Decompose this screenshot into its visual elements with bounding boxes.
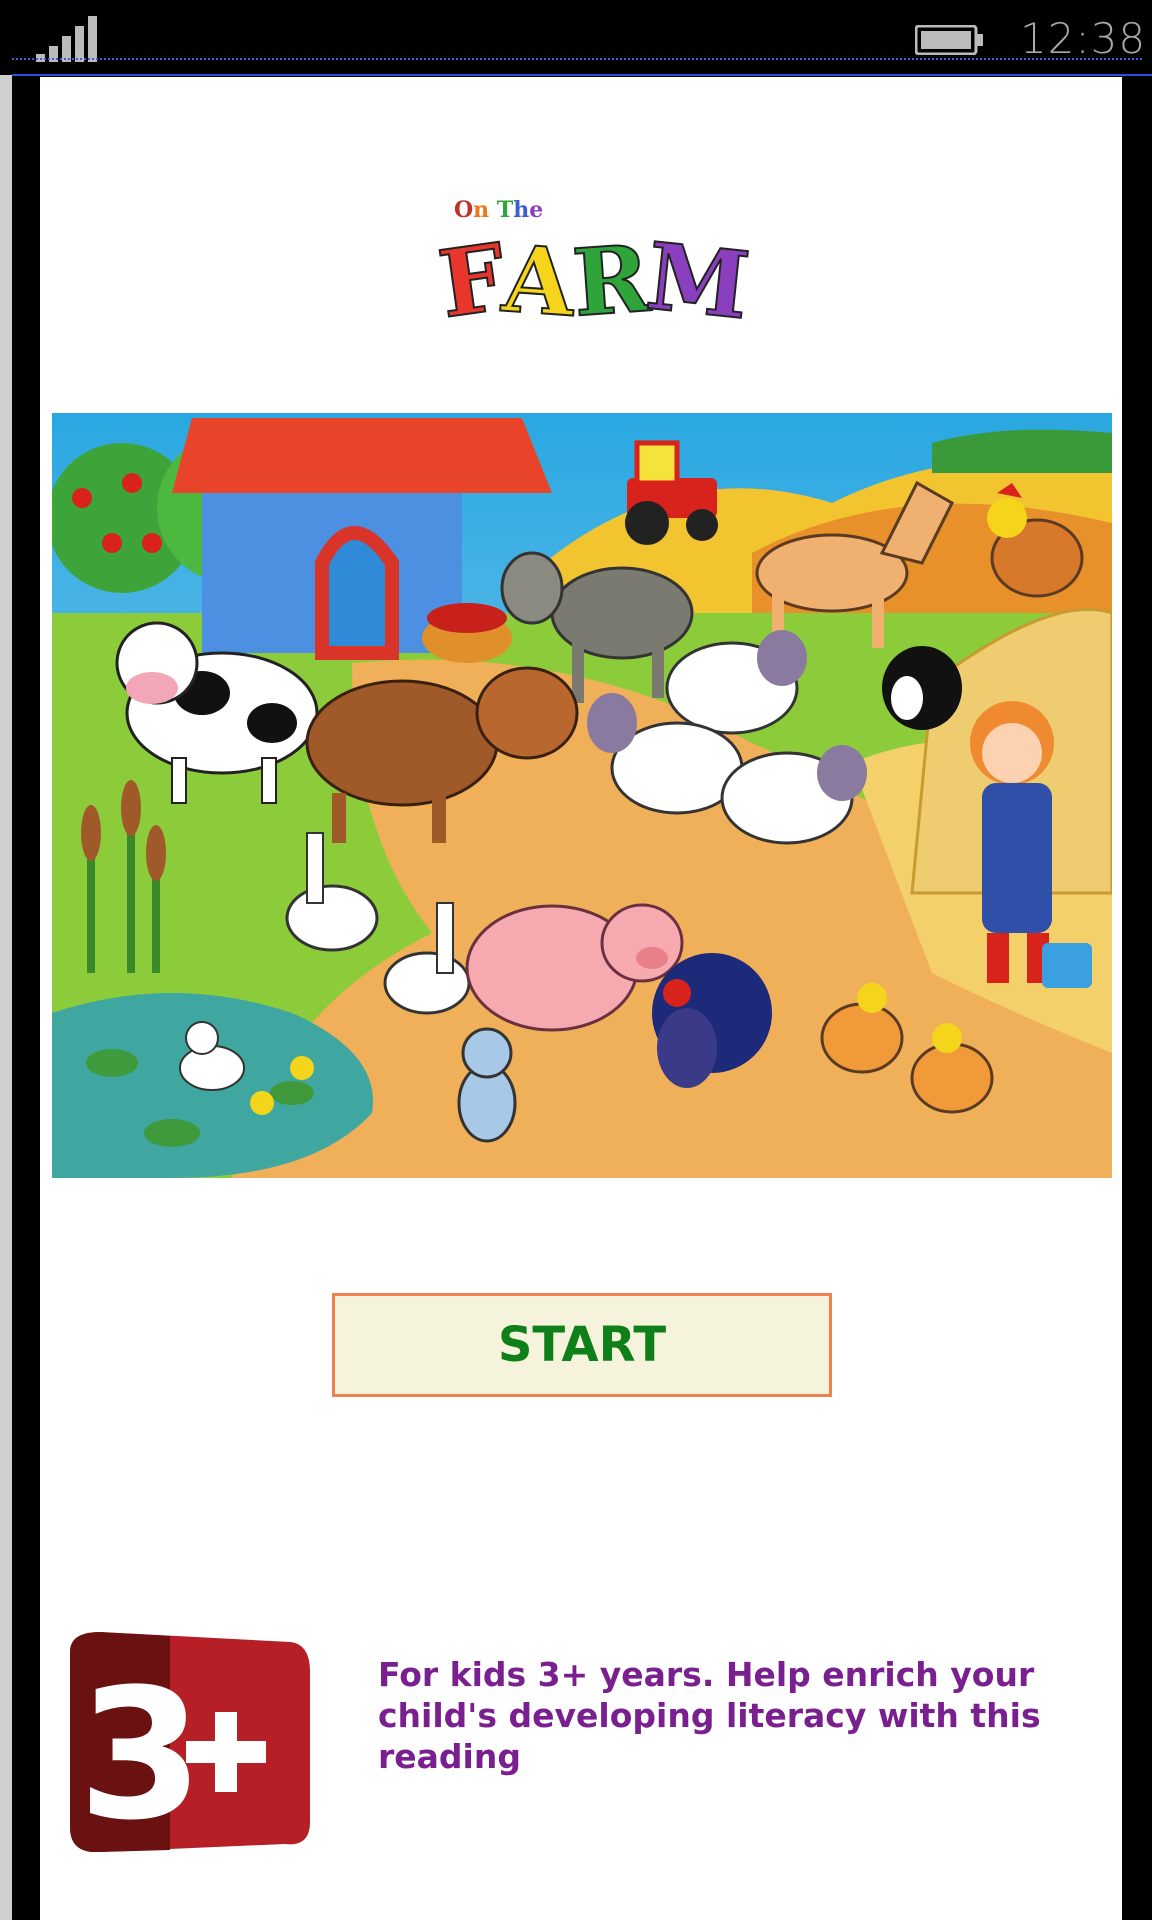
age-rating-badge-icon: 3 xyxy=(70,1632,310,1852)
status-divider xyxy=(12,58,1142,60)
cat xyxy=(457,1027,517,1143)
age-description: For kids 3+ years. Help enrich your chil… xyxy=(378,1655,1041,1776)
age-badge-number: 3 xyxy=(78,1651,203,1852)
signal-icon xyxy=(36,16,97,62)
clock: 12:38 xyxy=(1020,14,1147,63)
logo-subtitle-letter: n xyxy=(473,197,490,223)
left-edge xyxy=(0,75,12,1920)
barn-door xyxy=(315,526,399,660)
battery-icon xyxy=(915,25,983,55)
start-button[interactable]: START xyxy=(332,1293,832,1397)
logo-subtitle-letter: O xyxy=(454,197,474,223)
barn-roof xyxy=(172,418,552,493)
status-bar: 12:38 xyxy=(0,0,1152,75)
logo-letter: A xyxy=(499,224,578,339)
app-logo: On The FARM xyxy=(432,197,780,412)
logo-letter: F xyxy=(432,222,512,340)
logo-subtitle-letter xyxy=(489,197,497,223)
logo-title: FARM xyxy=(432,221,754,341)
logo-letter: M xyxy=(641,221,754,341)
logo-subtitle-letter: e xyxy=(529,197,544,223)
logo-subtitle-letter: T xyxy=(496,197,514,223)
logo-letter: R xyxy=(568,224,652,339)
main-content: On The FARM START 3 For kids 3+ years. H… xyxy=(40,77,1122,1920)
status-underline xyxy=(12,74,1152,76)
dog xyxy=(882,646,962,730)
logo-subtitle: On The xyxy=(454,197,543,223)
logo-subtitle-letter: h xyxy=(513,197,530,223)
farm-scene-illustration xyxy=(52,413,1112,1178)
